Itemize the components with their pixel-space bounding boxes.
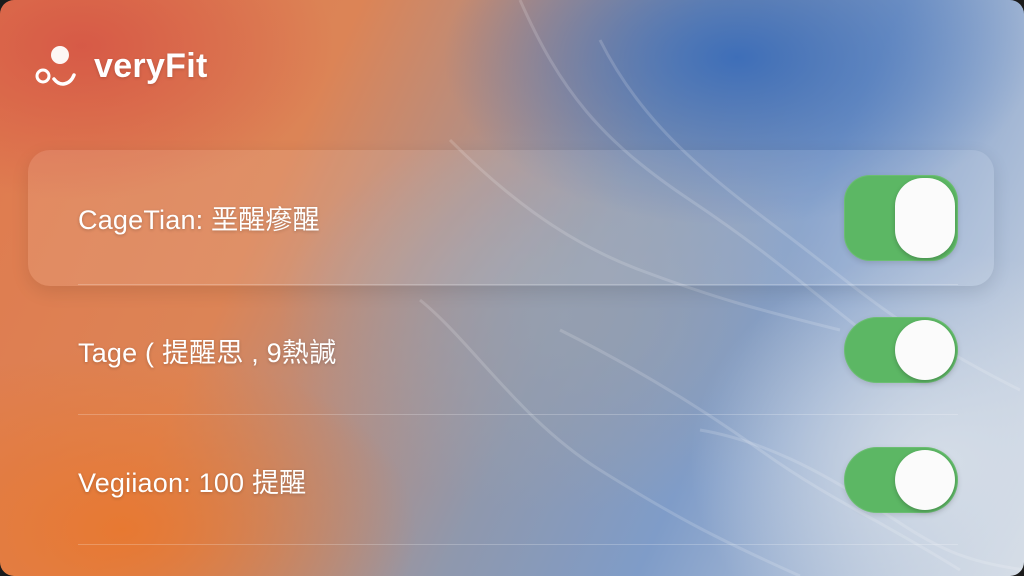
- toggle-knob: [895, 177, 955, 258]
- app-header: veryFit: [34, 42, 208, 90]
- setting-label: Tage ( 提醒思 , 9熱諴: [78, 337, 337, 368]
- setting-toggle[interactable]: [844, 174, 958, 261]
- setting-label: Vegiiaon: 100 提醒: [78, 467, 307, 498]
- app-window: veryFit CageTian: 垩醒瘮醒 Tage ( 提醒思 , 9熱諴 …: [0, 0, 1024, 576]
- setting-toggle[interactable]: [844, 447, 958, 513]
- setting-toggle[interactable]: [844, 317, 958, 383]
- setting-label: CageTian: 垩醒瘮醒: [78, 205, 320, 235]
- toggle-knob: [895, 320, 955, 380]
- setting-row[interactable]: Vegiiaon: 100 提醒: [30, 415, 958, 545]
- setting-row[interactable]: Tage ( 提醒思 , 9熱諴: [30, 285, 958, 415]
- veryfit-logo-icon: [35, 46, 76, 86]
- app-title: veryFit: [94, 46, 208, 85]
- setting-row[interactable]: CageTian: 垩醒瘮醒: [30, 150, 958, 285]
- toggle-knob: [895, 450, 955, 510]
- reminder-settings-list: CageTian: 垩醒瘮醒 Tage ( 提醒思 , 9熱諴 Vegiiaon…: [30, 150, 958, 545]
- row-divider: [78, 544, 958, 545]
